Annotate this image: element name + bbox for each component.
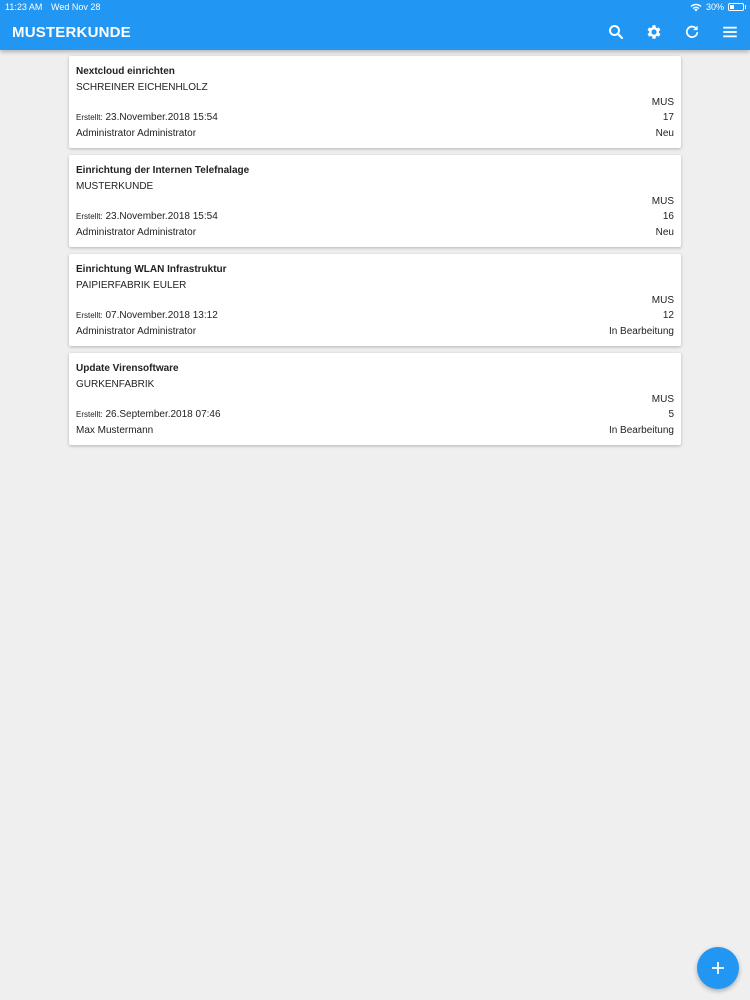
created-date: 23.November.2018 15:54 [105,112,218,123]
app-bar: 11:23 AM Wed Nov 28 30% MUSTERKUNDE [0,0,750,50]
ticket-code: MUS [651,394,674,405]
search-button[interactable] [602,18,630,46]
created-label: Erstellt: [76,212,103,221]
ticket-user: Administrator Administrator [76,227,197,238]
ticket-title: Einrichtung der Internen Telefnalage [76,165,250,176]
add-ticket-button[interactable] [697,947,739,989]
ticket-code: MUS [651,97,674,108]
ticket-customer: PAIPIERFABRIK EULER [76,280,187,291]
gear-icon [647,25,661,39]
created-label: Erstellt: [76,113,103,122]
ticket-status: In Bearbeitung [608,326,674,337]
battery-icon [728,3,746,11]
wifi-icon [690,3,702,11]
menu-button[interactable] [716,18,744,46]
ticket-status: Neu [655,128,674,139]
ticket-title: Nextcloud einrichten [76,66,175,77]
ticket-customer: SCHREINER EICHENHLOLZ [76,82,208,93]
ticket-user: Administrator Administrator [76,326,197,337]
ticket-card[interactable]: Update Virensoftware GURKENFABRIK MUS Er… [69,353,681,445]
ticket-customer: GURKENFABRIK [76,379,155,390]
status-bar: 11:23 AM Wed Nov 28 30% [0,0,750,14]
ticket-customer: MUSTERKUNDE [76,181,154,192]
ticket-number: 16 [662,211,674,222]
ticket-card[interactable]: Einrichtung der Internen Telefnalage MUS… [69,155,681,247]
created-date: 07.November.2018 13:12 [105,310,218,321]
refresh-icon [685,25,699,38]
ticket-card[interactable]: Einrichtung WLAN Infrastruktur PAIPIERFA… [69,254,681,346]
status-time: 11:23 AM [5,2,43,12]
ticket-user: Max Mustermann [76,425,154,436]
ticket-user: Administrator Administrator [76,128,197,139]
plus-icon [712,962,724,974]
ticket-title: Update Virensoftware [76,363,179,374]
status-date: Wed Nov 28 [51,2,101,12]
ticket-number: 17 [662,112,674,123]
created-date: 23.November.2018 15:54 [105,211,218,222]
ticket-number: 12 [662,310,674,321]
created-date: 26.September.2018 07:46 [105,409,221,420]
created-label: Erstellt: [76,311,103,320]
battery-percent: 30% [705,2,724,12]
page-title: MUSTERKUNDE [12,24,131,41]
ticket-title: Einrichtung WLAN Infrastruktur [76,264,227,275]
ticket-created: Erstellt: 26.September.2018 07:46 [76,409,221,420]
menu-icon [723,26,737,38]
ticket-list: Nextcloud einrichten SCHREINER EICHENHLO… [69,56,681,452]
status-right: 30% [690,2,746,12]
settings-button[interactable] [640,18,668,46]
refresh-button[interactable] [678,18,706,46]
ticket-status: In Bearbeitung [608,425,674,436]
ticket-code: MUS [651,295,674,306]
ticket-created: Erstellt: 07.November.2018 13:12 [76,310,218,321]
search-icon [609,25,624,40]
ticket-status: Neu [655,227,674,238]
ticket-number: 5 [668,409,674,420]
ticket-created: Erstellt: 23.November.2018 15:54 [76,211,218,222]
ticket-card[interactable]: Nextcloud einrichten SCHREINER EICHENHLO… [69,56,681,148]
ticket-code: MUS [651,196,674,207]
created-label: Erstellt: [76,410,103,419]
ticket-created: Erstellt: 23.November.2018 15:54 [76,112,218,123]
